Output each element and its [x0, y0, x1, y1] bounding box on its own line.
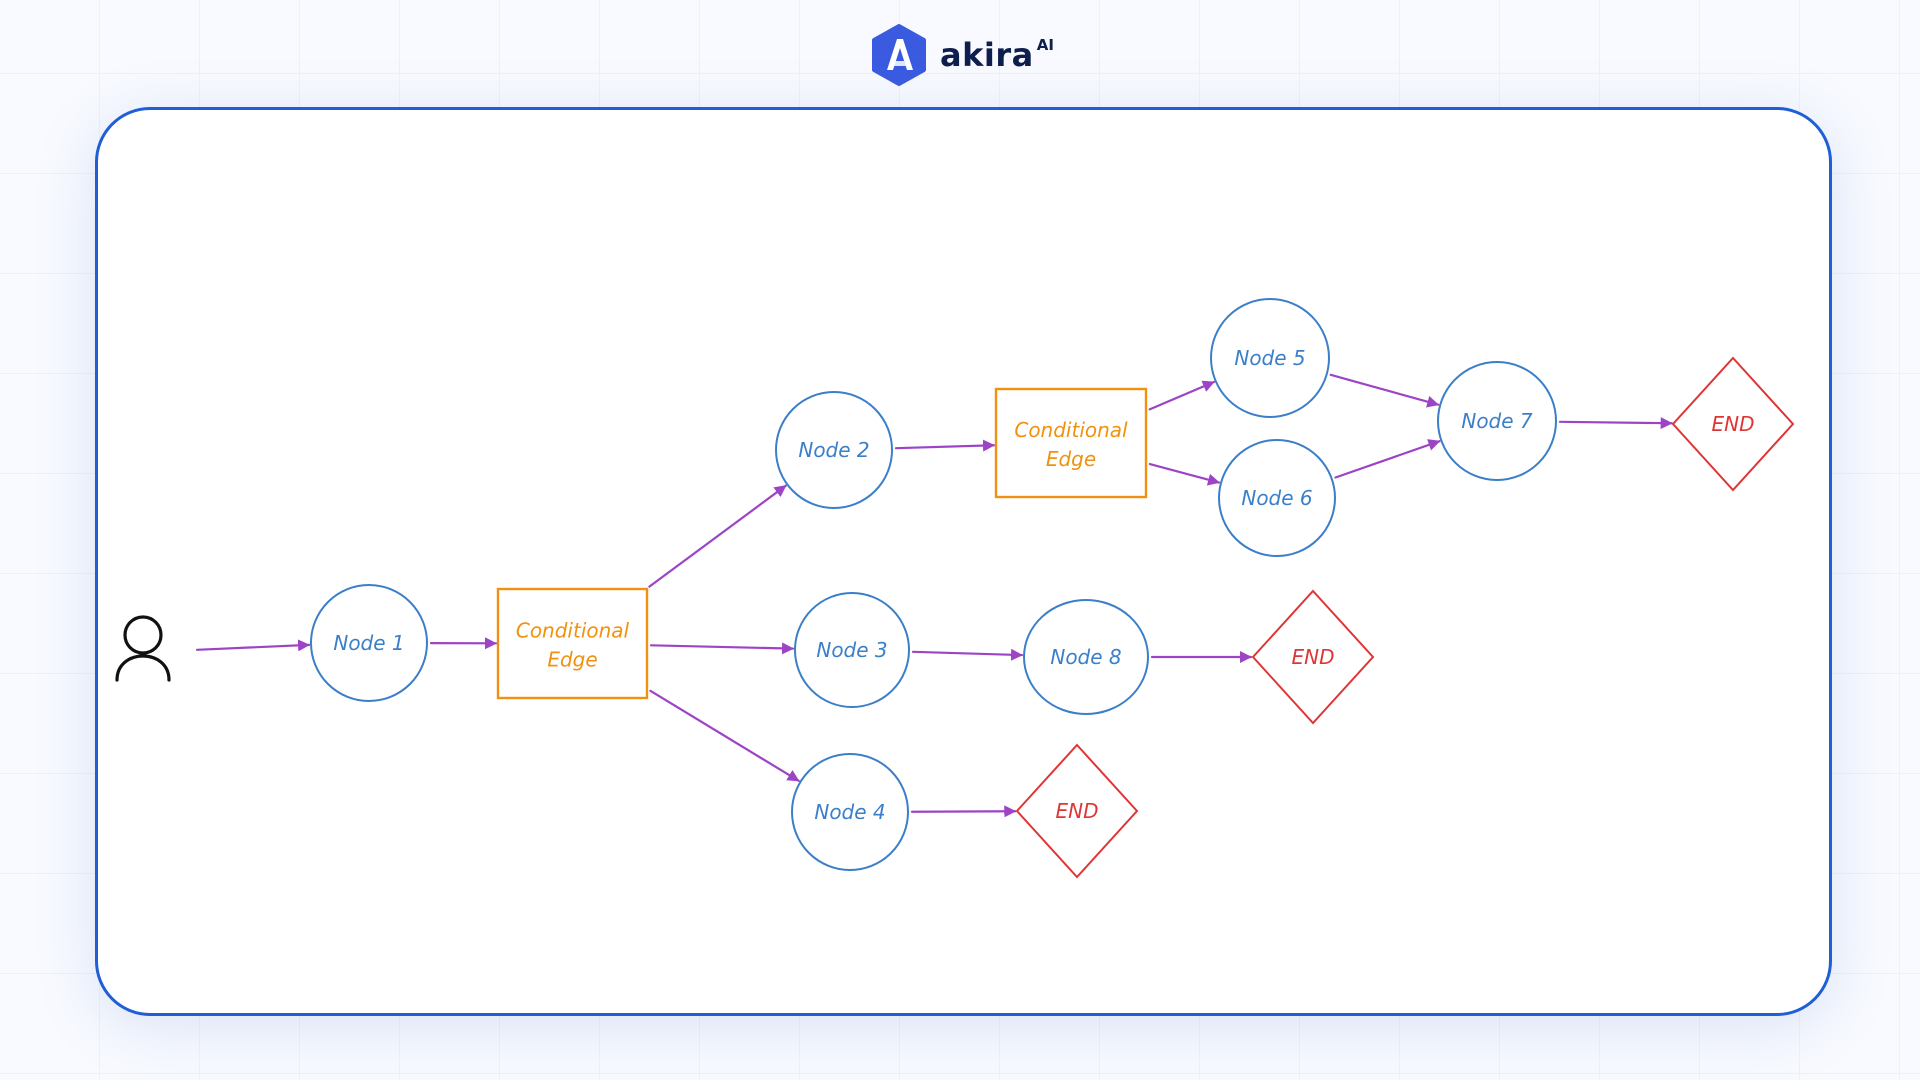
node-label: Node 8 [1050, 645, 1121, 669]
node-label: Node 1 [333, 631, 404, 655]
arrow-user-to-n1 [195, 639, 311, 652]
arrow-c1-to-n2 [648, 484, 787, 588]
conditional-edge-label: Edge [1046, 447, 1096, 471]
node-n8[interactable]: Node 8 [1023, 599, 1149, 715]
arrow-n7-to-e1 [1558, 417, 1673, 430]
arrow-n3-to-n8 [911, 648, 1024, 661]
end-e3[interactable]: END [1015, 743, 1139, 879]
node-n2[interactable]: Node 2 [775, 391, 893, 509]
arrow-c1-to-n3 [649, 642, 795, 655]
conditional-edge-label: Edge [547, 648, 597, 672]
node-label: Node 6 [1241, 486, 1312, 510]
conditional-edge-label: Conditional [516, 619, 630, 643]
user-icon [115, 615, 171, 682]
nodes-layer: Node 1 Conditional Edge Node 2 Node 3 Node 4 C… [115, 298, 1795, 879]
arrow-c1-to-n4 [649, 689, 800, 782]
end-e1[interactable]: END [1671, 356, 1795, 492]
node-label: Node 2 [798, 438, 869, 462]
node-label: Node 3 [816, 638, 887, 662]
conditional-edge-c2[interactable]: Conditional Edge [994, 387, 1148, 499]
arrow-c2-to-n5 [1148, 380, 1216, 411]
node-n3[interactable]: Node 3 [794, 592, 910, 708]
node-n4[interactable]: Node 4 [791, 753, 909, 871]
node-label: Node 7 [1461, 409, 1533, 433]
workflow-diagram: Node 1 Conditional Edge Node 2 Node 3 Node 4 C… [115, 298, 1795, 879]
end-label: END [1056, 799, 1099, 823]
arrow-n2-to-c2 [894, 439, 996, 452]
node-n6[interactable]: Node 6 [1218, 439, 1336, 557]
end-e2[interactable]: END [1251, 589, 1375, 725]
arrow-n6-to-n7 [1334, 439, 1441, 479]
node-label: Node 4 [814, 800, 885, 824]
arrow-c2-to-n6 [1148, 462, 1221, 486]
end-label: END [1712, 412, 1755, 436]
arrow-n5-to-n7 [1329, 373, 1440, 408]
end-label: END [1292, 645, 1335, 669]
node-label: Node 5 [1234, 346, 1305, 370]
conditional-edge-label: Conditional [1014, 418, 1128, 442]
conditional-edge-c1[interactable]: Conditional Edge [496, 587, 649, 700]
node-n1[interactable]: Node 1 [310, 584, 428, 702]
node-n7[interactable]: Node 7 [1437, 361, 1557, 481]
node-n5[interactable]: Node 5 [1210, 298, 1330, 418]
